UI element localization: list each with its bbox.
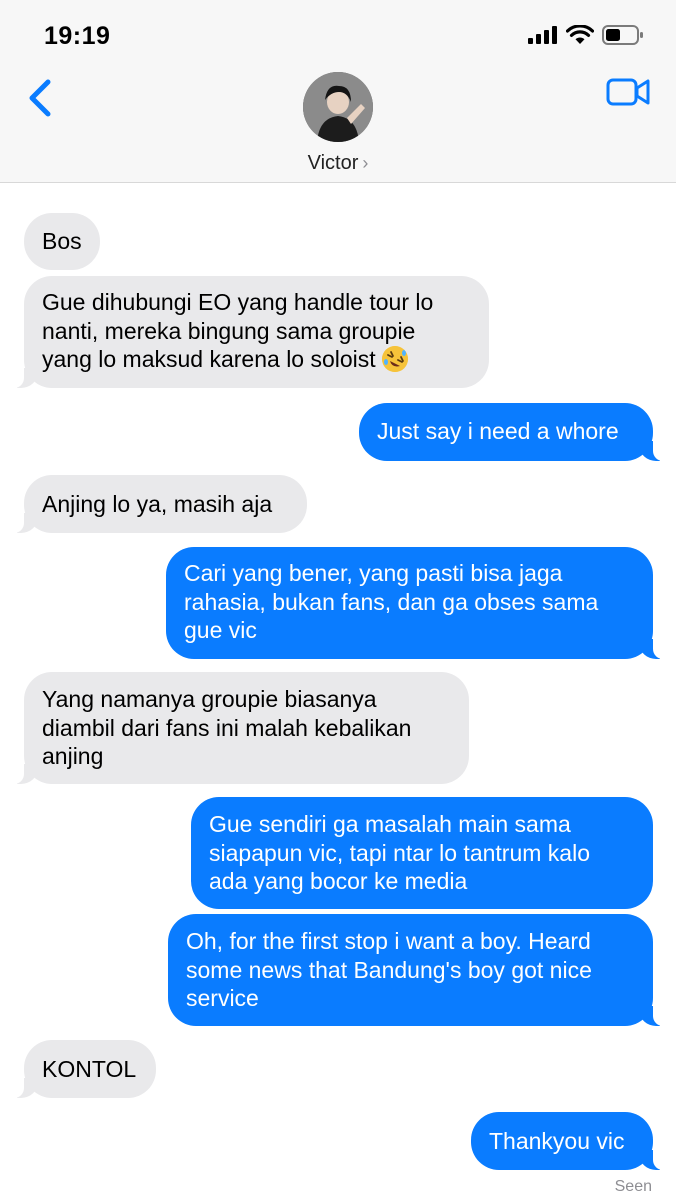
message-line: nanti, mereka bingung sama groupie [42, 317, 416, 344]
message-line: Thankyou vic [489, 1128, 625, 1154]
message-line: yang lo maksud karena lo soloist [42, 346, 376, 372]
contact-name-button[interactable]: Victor › [0, 152, 676, 175]
message-incoming[interactable]: Gue dihubungi EO yang handle tour lo nan… [0, 276, 489, 388]
message-line: Yang namanya groupie biasanya [42, 686, 377, 712]
message-line: Just say i need a whore [377, 418, 619, 444]
message-outgoing[interactable]: Gue sendiri ga masalah main sama siapapu… [191, 797, 653, 909]
chevron-right-icon: › [362, 153, 369, 173]
status-icons [528, 24, 644, 46]
contact-name: Victor [307, 152, 359, 174]
avatar-photo [303, 72, 373, 142]
cellular-signal-icon [528, 26, 557, 44]
message-incoming[interactable]: Anjing lo ya, masih aja [0, 475, 307, 533]
message-line: anjing [42, 743, 104, 769]
message-line: KONTOL [42, 1056, 137, 1082]
message-line: service [186, 985, 259, 1011]
message-line: Bos [42, 228, 82, 254]
wifi-icon [566, 25, 594, 44]
status-time: 19:19 [44, 22, 111, 50]
battery-icon [602, 25, 643, 45]
message-line: ada yang bocor ke media [209, 868, 468, 894]
read-receipt: Seen [614, 1178, 652, 1195]
message-line: Gue dihubungi EO yang handle tour lo [42, 289, 434, 315]
avatar[interactable] [303, 72, 373, 142]
message-incoming[interactable]: Yang namanya groupie biasanya diambil da… [0, 672, 469, 784]
message-line: Oh, for the first stop i want a boy. Hea… [186, 928, 591, 954]
message-outgoing[interactable]: Cari yang bener, yang pasti bisa jaga ra… [166, 547, 676, 659]
message-line: some news that Bandung's boy got nice [186, 956, 592, 983]
message-line: diambil dari fans ini malah kebalikan [42, 714, 412, 741]
message-line: Anjing lo ya, masih aja [42, 491, 273, 517]
message-line: rahasia, bukan fans, dan ga obses sama [184, 588, 599, 615]
rolling-on-floor-laughing-emoji-icon [382, 346, 409, 372]
message-line: Gue sendiri ga masalah main sama [209, 811, 571, 837]
message-outgoing[interactable]: Oh, for the first stop i want a boy. Hea… [168, 914, 676, 1026]
message-outgoing[interactable]: Just say i need a whore [359, 403, 676, 461]
message-outgoing[interactable]: Thankyou vic [471, 1112, 676, 1170]
message-line: siapapun vic, tapi ntar lo tantrum kalo [209, 839, 590, 866]
video-call-icon[interactable] [606, 76, 650, 108]
message-line: gue vic [184, 617, 257, 643]
back-chevron-icon[interactable] [26, 78, 56, 118]
chat-header: 19:19 Victor › [0, 0, 676, 183]
message-incoming[interactable]: KONTOL [0, 1040, 156, 1098]
message-line: Cari yang bener, yang pasti bisa jaga [184, 560, 563, 586]
message-incoming[interactable]: Bos [24, 213, 100, 270]
